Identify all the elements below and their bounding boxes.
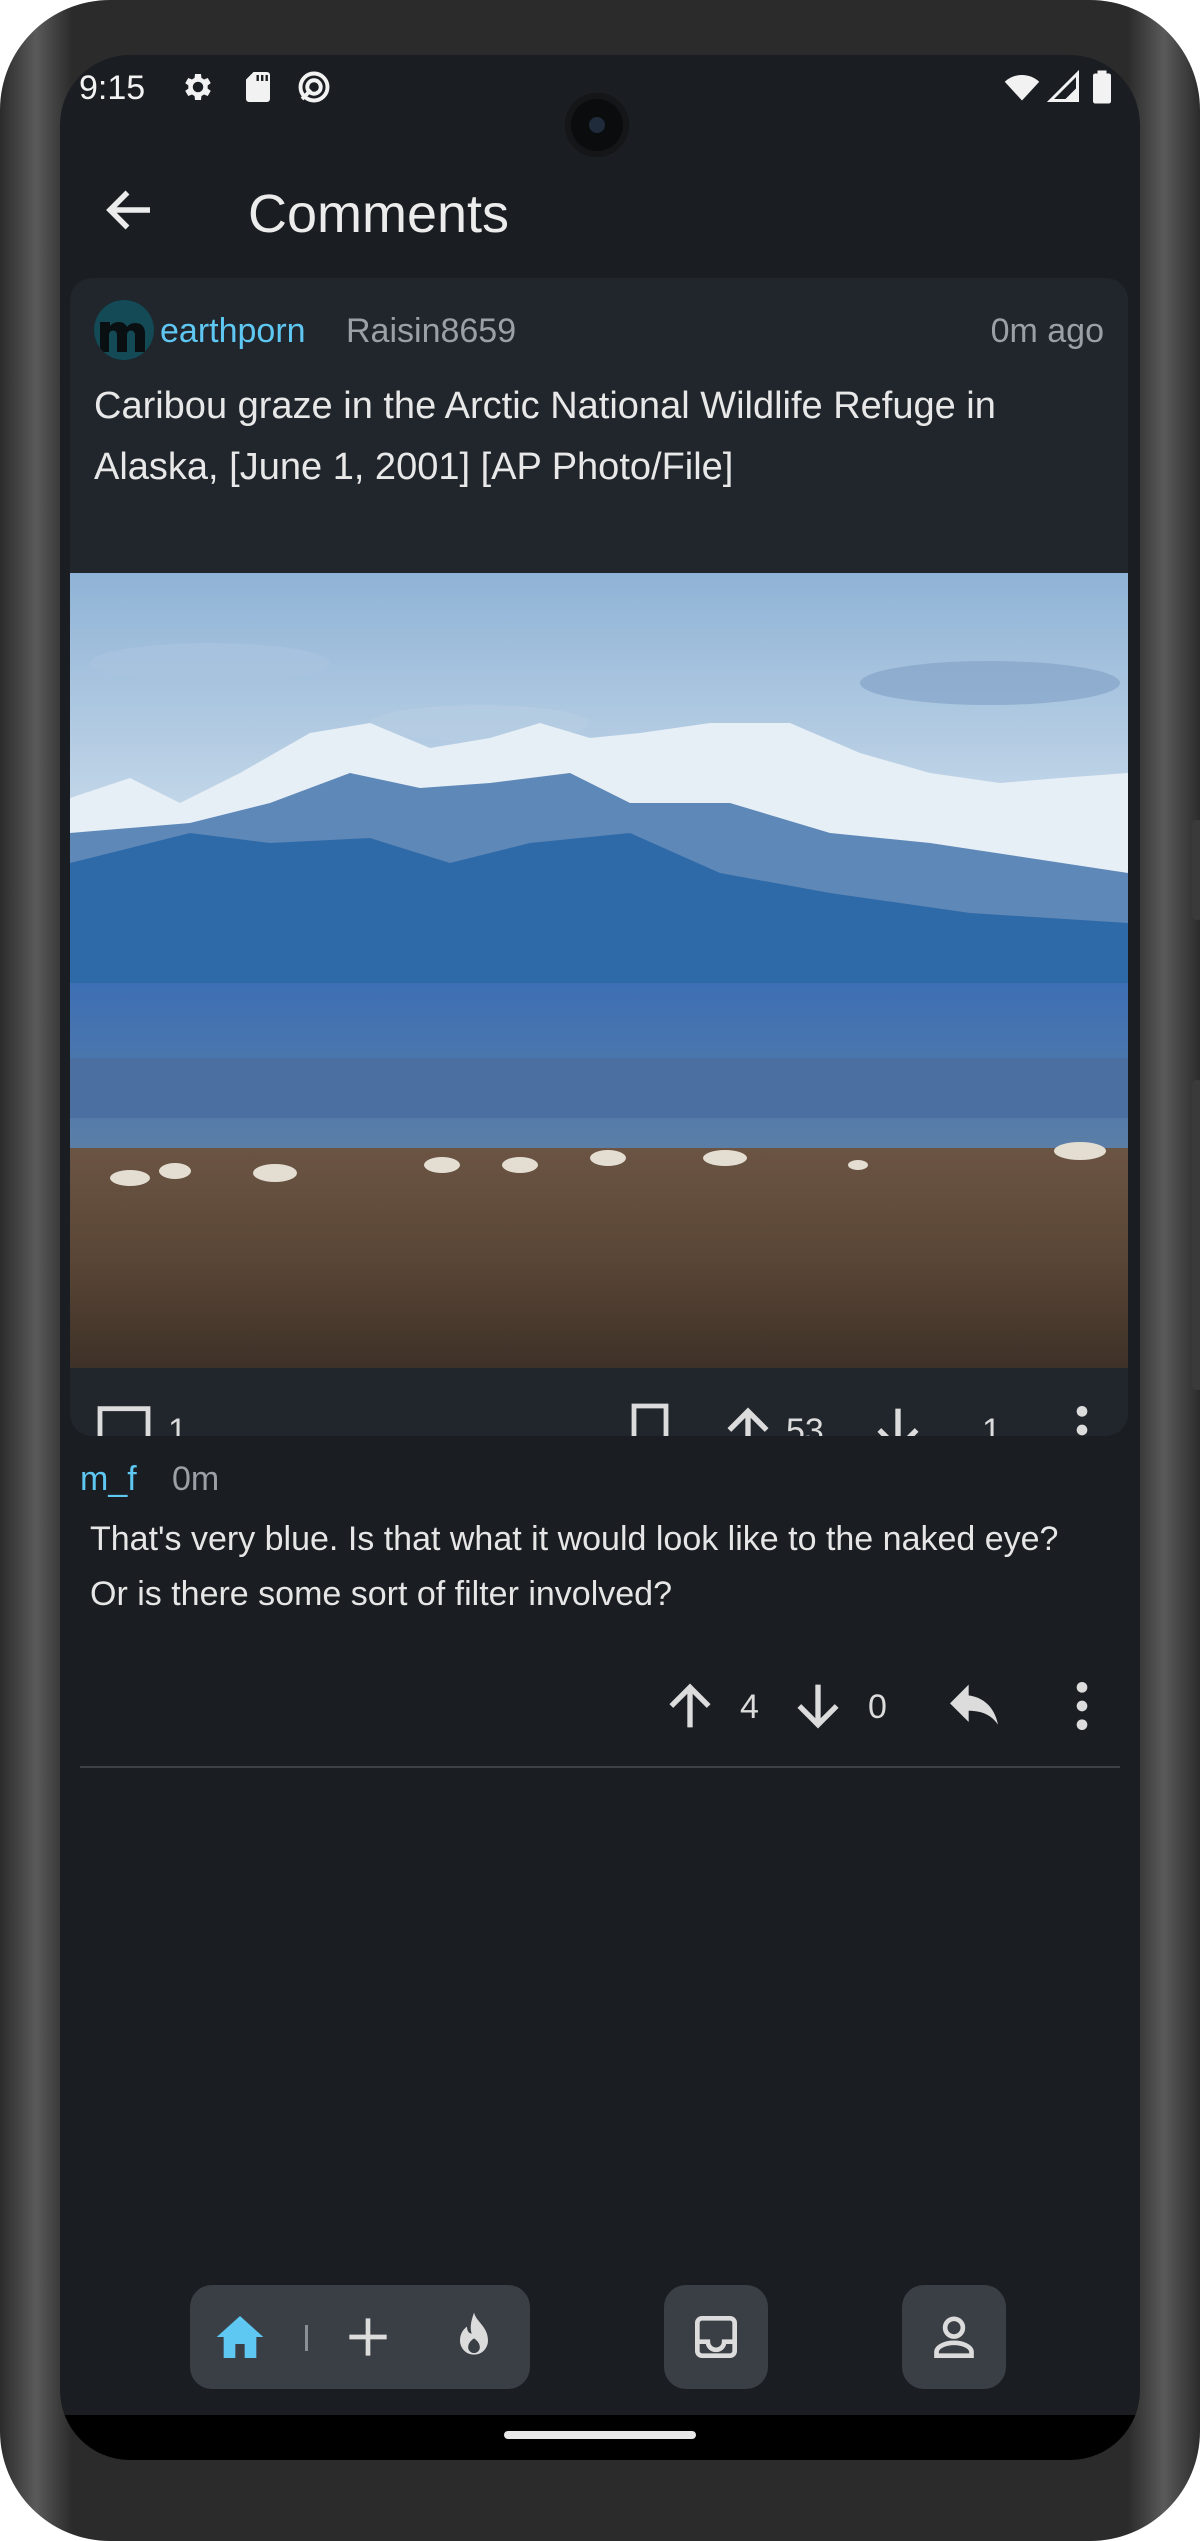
post-card[interactable]: earthporn Raisin8659 0m ago Caribou graz…	[70, 278, 1128, 1436]
nav-separator	[305, 2325, 308, 2351]
app-bar: Comments	[60, 155, 1140, 265]
signal-icon	[1046, 69, 1079, 102]
more-vert-icon[interactable]	[1050, 1398, 1114, 1436]
page-title: Comments	[248, 184, 510, 244]
wifi-icon	[1004, 75, 1040, 101]
community-avatar[interactable]	[94, 300, 154, 360]
post-upvote-count: 53	[786, 1412, 824, 1436]
gear-icon	[185, 73, 211, 101]
comment-upvote-count: 4	[740, 1688, 759, 1726]
inbox-pill[interactable]	[664, 2285, 768, 2389]
plus-icon[interactable]	[340, 2309, 396, 2365]
post-image[interactable]	[70, 573, 1128, 1368]
arrow-left-icon[interactable]	[100, 180, 160, 240]
post-downvote-count: 1	[982, 1412, 1001, 1436]
flame-icon[interactable]	[446, 2307, 502, 2365]
post-author[interactable]: Raisin8659	[346, 312, 516, 351]
comment-author[interactable]: m_f	[80, 1460, 137, 1499]
downvote-icon[interactable]	[866, 1398, 930, 1436]
inbox-icon[interactable]	[688, 2309, 744, 2365]
comment-upvote-icon[interactable]	[658, 1674, 722, 1738]
community-name[interactable]: earthporn	[160, 312, 306, 351]
account-pill[interactable]	[902, 2285, 1006, 2389]
comment[interactable]: m_f 0m That's very blue. Is that what it…	[60, 1450, 1140, 1820]
screen: 9:15 Comments earthporn Raisin8659 0m ag…	[60, 55, 1140, 2460]
comment-downvote-count: 0	[868, 1688, 887, 1726]
comment-divider	[80, 1766, 1120, 1768]
battery-icon	[1093, 70, 1111, 104]
home-indicator[interactable]	[504, 2431, 696, 2439]
comment-icon[interactable]	[92, 1398, 156, 1436]
post-age: 0m ago	[990, 312, 1104, 350]
reply-icon[interactable]	[942, 1674, 1006, 1738]
sd-card-icon	[246, 72, 270, 102]
account-icon[interactable]	[926, 2309, 982, 2365]
post-title[interactable]: Caribou graze in the Arctic National Wil…	[94, 376, 1104, 498]
status-time: 9:15	[79, 69, 146, 107]
front-camera	[565, 93, 629, 157]
post-actions: 1 53 1	[70, 1368, 1128, 1436]
vpn-icon	[298, 71, 330, 103]
post-header: earthporn Raisin8659 0m ago	[94, 300, 1104, 360]
bottom-navigation	[60, 2285, 1140, 2405]
volume-button	[1192, 1080, 1200, 1390]
bookmark-icon[interactable]	[618, 1398, 682, 1436]
comment-age: 0m	[172, 1460, 220, 1498]
home-icon[interactable]	[212, 2309, 268, 2365]
comment-more-vert-icon[interactable]	[1050, 1674, 1114, 1738]
comment-body: That's very blue. Is that what it would …	[90, 1520, 1059, 1613]
community-logo-icon	[94, 300, 154, 360]
comment-downvote-icon[interactable]	[786, 1674, 850, 1738]
power-button	[1192, 820, 1200, 920]
comment-count: 1	[168, 1412, 187, 1436]
upvote-icon[interactable]	[716, 1398, 780, 1436]
nav-group-pill	[190, 2285, 530, 2389]
device-frame: 9:15 Comments earthporn Raisin8659 0m ag…	[0, 0, 1200, 2541]
